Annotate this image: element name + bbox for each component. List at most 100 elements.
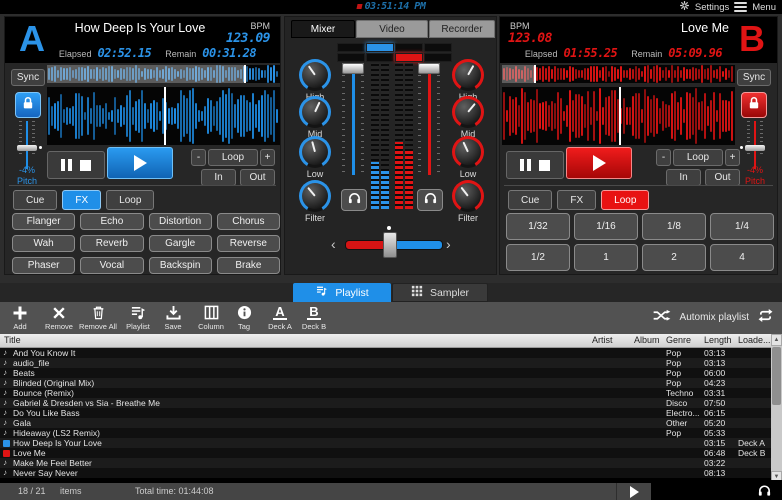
- deck-b-pitch-slider[interactable]: [747, 121, 763, 155]
- deck-a-loop-button[interactable]: Loop: [208, 149, 258, 166]
- deck-b-loop-button[interactable]: Loop: [673, 149, 723, 166]
- deck-b-filter-knob[interactable]: Filter: [446, 180, 490, 223]
- scroll-up-button[interactable]: ▲: [771, 334, 782, 346]
- prelisten-play-button[interactable]: [616, 483, 652, 500]
- playlist-header[interactable]: TitleArtistAlbumGenreLengthLoade...: [0, 334, 771, 348]
- table-row[interactable]: ♪GalaOther05:20: [0, 418, 771, 428]
- toolbar-remove-all-button[interactable]: Remove All: [72, 304, 124, 331]
- loop-size-button-1-2[interactable]: 1/2: [506, 244, 570, 271]
- table-row[interactable]: ♪Gabriel & Dresden vs Sia - Breathe MeDi…: [0, 398, 771, 408]
- table-row[interactable]: ♪Make Me Feel Better03:22: [0, 458, 771, 468]
- fx-button-phaser[interactable]: Phaser: [12, 257, 75, 274]
- menu-button[interactable]: Menu: [752, 2, 776, 13]
- table-row[interactable]: ♪Never Say Never08:13: [0, 468, 771, 478]
- tab-video[interactable]: Video: [356, 20, 428, 38]
- table-row[interactable]: ♪BeatsPop06:00: [0, 368, 771, 378]
- column-header-title[interactable]: Title: [4, 335, 21, 345]
- deck-tab-loop[interactable]: Loop: [106, 190, 154, 210]
- deck-a-headphone-button[interactable]: [341, 189, 367, 211]
- deck-b-loop-minus-button[interactable]: -: [656, 149, 671, 166]
- deck-a-loop-out-button[interactable]: Out: [240, 169, 275, 186]
- toolbar-deck-b-button[interactable]: BDeck B: [296, 304, 332, 331]
- toolbar-playlist-button[interactable]: Playlist: [118, 304, 158, 331]
- crossfader-left-arrow[interactable]: ‹: [331, 239, 336, 249]
- deck-b-keylock-button[interactable]: [741, 92, 767, 118]
- deck-a-play-button[interactable]: [107, 147, 173, 179]
- deck-b-mid-knob[interactable]: Mid: [446, 96, 490, 139]
- deck-a-waveform[interactable]: [47, 87, 280, 145]
- tab-playlist[interactable]: Playlist: [293, 283, 391, 302]
- loop-size-button-2[interactable]: 2: [642, 244, 706, 271]
- deck-b-headphone-button[interactable]: [417, 189, 443, 211]
- shuffle-icon[interactable]: [652, 309, 672, 325]
- crossfader-right-arrow[interactable]: ›: [446, 239, 451, 249]
- column-header-loade[interactable]: Loade...: [738, 335, 771, 345]
- deck-a-loop-minus-button[interactable]: -: [191, 149, 206, 166]
- deck-a-pitch-handle[interactable]: [17, 145, 37, 151]
- table-row[interactable]: ♪Do You Like BassElectro...06:15: [0, 408, 771, 418]
- toolbar-add-button[interactable]: Add: [6, 304, 34, 331]
- tab-sampler[interactable]: Sampler: [392, 283, 488, 302]
- table-row[interactable]: ♪And You Know ItPop03:13: [0, 348, 771, 358]
- deck-b-volume-handle[interactable]: [418, 63, 440, 74]
- deck-a-mid-knob[interactable]: Mid: [293, 96, 337, 139]
- deck-b-pitch-handle[interactable]: [745, 145, 765, 151]
- deck-a-sync-button[interactable]: Sync: [11, 69, 45, 86]
- deck-a-pitch-slider[interactable]: [19, 121, 35, 155]
- deck-a-filter-knob[interactable]: Filter: [293, 180, 337, 223]
- deck-a-loop-plus-button[interactable]: +: [260, 149, 275, 166]
- column-header-genre[interactable]: Genre: [666, 335, 691, 345]
- automix-playlist-button[interactable]: Automix playlist: [680, 312, 749, 323]
- deck-b-low-knob[interactable]: Low: [446, 136, 490, 179]
- tab-recorder[interactable]: Recorder: [429, 20, 495, 38]
- deck-b-pause-stop-buttons[interactable]: [506, 151, 564, 179]
- deck-b-volume-fader[interactable]: [418, 63, 440, 175]
- table-row[interactable]: ♪Hideaway (LS2 Remix)Pop05:33: [0, 428, 771, 438]
- fx-button-reverb[interactable]: Reverb: [80, 235, 143, 252]
- column-header-album[interactable]: Album: [634, 335, 660, 345]
- fx-button-wah[interactable]: Wah: [12, 235, 75, 252]
- deck-tab-cue[interactable]: Cue: [508, 190, 552, 210]
- deck-tab-loop[interactable]: Loop: [601, 190, 649, 210]
- table-row[interactable]: Love Me06:48Deck B: [0, 448, 771, 458]
- fx-button-flanger[interactable]: Flanger: [12, 213, 75, 230]
- deck-a-waveform-overview[interactable]: [47, 65, 280, 83]
- deck-a-low-knob[interactable]: Low: [293, 136, 337, 179]
- fx-button-brake[interactable]: Brake: [217, 257, 280, 274]
- deck-b-sync-button[interactable]: Sync: [737, 69, 771, 86]
- loop-size-button-1-32[interactable]: 1/32: [506, 213, 570, 240]
- fx-button-reverse[interactable]: Reverse: [217, 235, 280, 252]
- fx-button-chorus[interactable]: Chorus: [217, 213, 280, 230]
- loop-size-button-4[interactable]: 4: [710, 244, 774, 271]
- deck-tab-fx[interactable]: FX: [557, 190, 596, 210]
- column-header-length[interactable]: Length: [704, 335, 732, 345]
- loop-size-button-1[interactable]: 1: [574, 244, 638, 271]
- deck-a-volume-handle[interactable]: [342, 63, 364, 74]
- toolbar-tag-button[interactable]: Tag: [230, 304, 258, 331]
- deck-b-waveform[interactable]: [502, 87, 735, 145]
- prelisten-headphones-icon[interactable]: [757, 483, 772, 499]
- loop-size-button-1-4[interactable]: 1/4: [710, 213, 774, 240]
- loop-size-button-1-8[interactable]: 1/8: [642, 213, 706, 240]
- fx-button-gargle[interactable]: Gargle: [149, 235, 212, 252]
- toolbar-deck-a-button[interactable]: ADeck A: [262, 304, 298, 331]
- settings-button[interactable]: Settings: [695, 2, 729, 13]
- table-row[interactable]: ♪Bounce (Remix)Techno03:31: [0, 388, 771, 398]
- deck-b-loop-out-button[interactable]: Out: [705, 169, 740, 186]
- deck-b-loop-plus-button[interactable]: +: [725, 149, 740, 166]
- loop-size-button-1-16[interactable]: 1/16: [574, 213, 638, 240]
- deck-tab-cue[interactable]: Cue: [13, 190, 57, 210]
- table-row[interactable]: ♪audio_filePop03:13: [0, 358, 771, 368]
- playlist-scrollbar[interactable]: ▲ ▼: [771, 334, 782, 483]
- scrollbar-thumb[interactable]: [772, 347, 781, 405]
- table-row[interactable]: ♪Blinded (Original Mix)Pop04:23: [0, 378, 771, 388]
- fx-button-vocal[interactable]: Vocal: [80, 257, 143, 274]
- fx-button-distortion[interactable]: Distortion: [149, 213, 212, 230]
- table-row[interactable]: How Deep Is Your Love03:15Deck A: [0, 438, 771, 448]
- tab-mixer[interactable]: Mixer: [291, 20, 355, 38]
- repeat-icon[interactable]: [757, 309, 774, 325]
- deck-a-pause-stop-buttons[interactable]: [47, 151, 105, 179]
- deck-a-volume-fader[interactable]: [342, 63, 364, 175]
- deck-b-loop-in-button[interactable]: In: [666, 169, 701, 186]
- deck-tab-fx[interactable]: FX: [62, 190, 101, 210]
